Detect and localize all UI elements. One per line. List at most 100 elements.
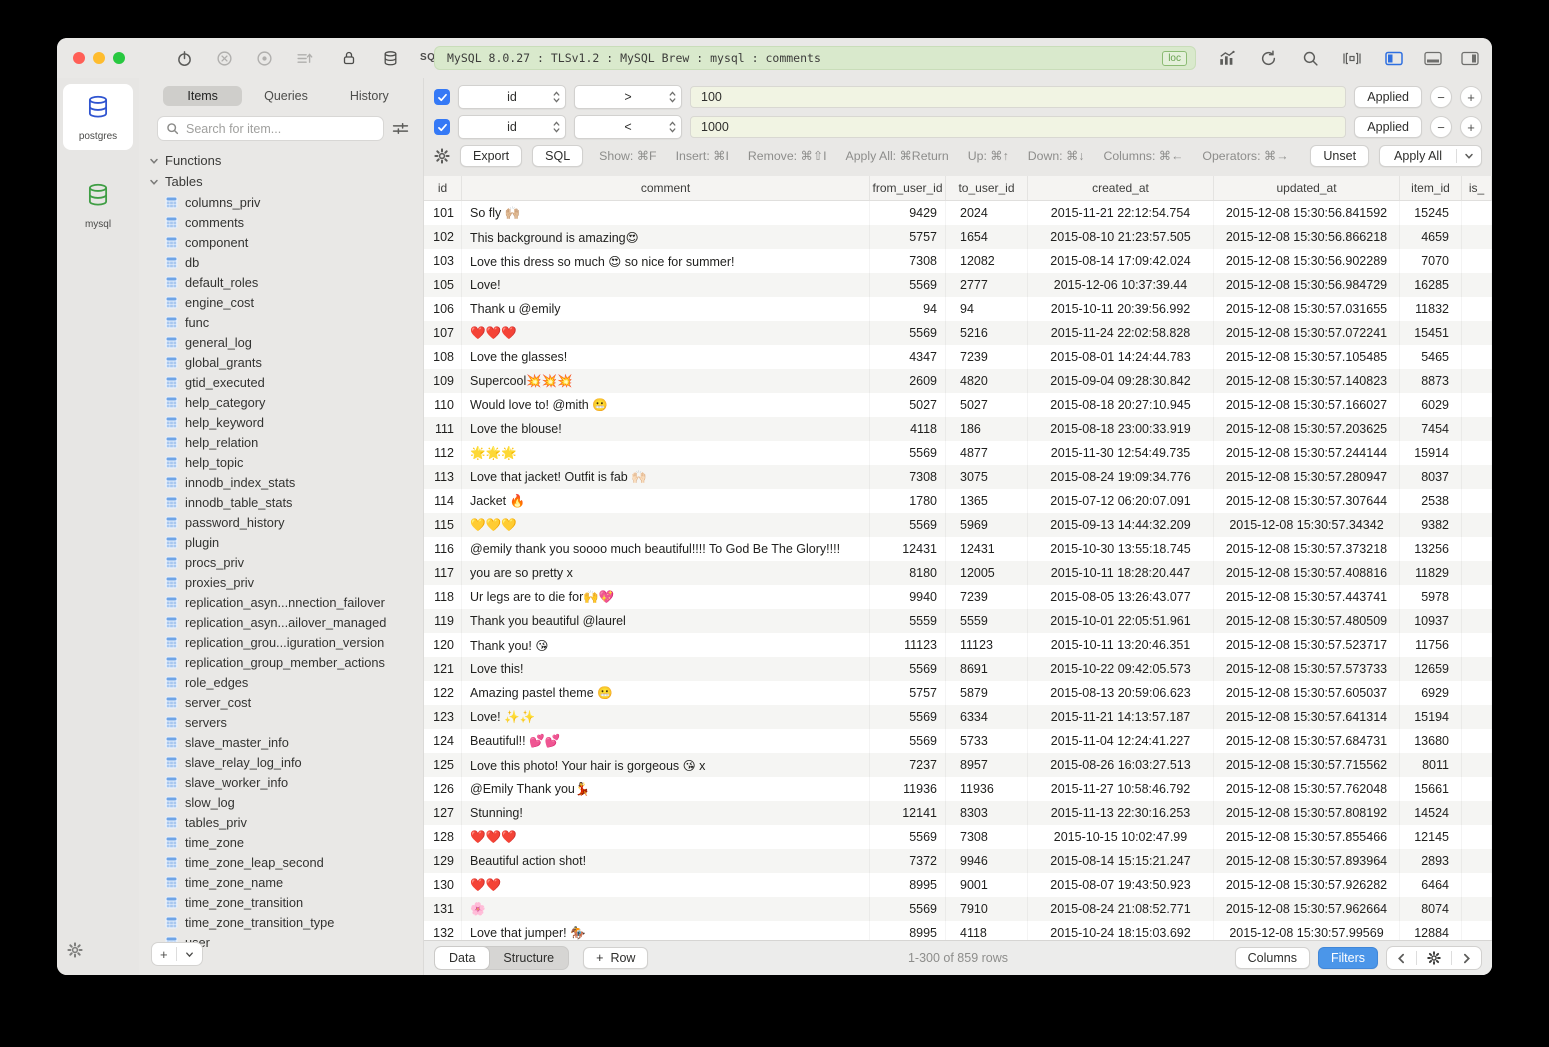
table-row[interactable]: 129Beautiful action shot!737299462015-08… bbox=[424, 849, 1492, 873]
zoom-window-button[interactable] bbox=[113, 52, 125, 64]
table-cell[interactable]: 12659 bbox=[1400, 657, 1462, 681]
table-cell[interactable]: 102 bbox=[424, 225, 462, 249]
chart-icon[interactable] bbox=[1218, 49, 1236, 67]
table-cell[interactable]: Thank u @emily bbox=[462, 297, 870, 321]
table-cell[interactable] bbox=[1462, 753, 1492, 777]
table-cell[interactable]: 2015-08-18 23:00:33.919 bbox=[1028, 417, 1214, 441]
tab-queries[interactable]: Queries bbox=[246, 86, 325, 106]
table-cell[interactable]: 1365 bbox=[946, 489, 1028, 513]
table-cell[interactable]: 💛💛💛 bbox=[462, 513, 870, 537]
table-cell[interactable]: 2015-12-08 15:30:57.573733 bbox=[1214, 657, 1400, 681]
table-cell[interactable]: Love that jumper! 🏇 bbox=[462, 921, 870, 940]
sidebar-item-table[interactable]: time_zone_transition_type bbox=[139, 912, 423, 932]
table-view-icon[interactable] bbox=[1343, 49, 1361, 67]
search-input[interactable] bbox=[184, 121, 375, 137]
table-cell[interactable]: 2015-12-08 15:30:57.926282 bbox=[1214, 873, 1400, 897]
add-filter-button[interactable]: + bbox=[1460, 86, 1482, 108]
column-header[interactable]: updated_at bbox=[1214, 176, 1400, 200]
table-cell[interactable]: 2015-11-21 14:13:57.187 bbox=[1028, 705, 1214, 729]
table-cell[interactable]: 126 bbox=[424, 777, 462, 801]
table-cell[interactable]: 120 bbox=[424, 633, 462, 657]
table-cell[interactable] bbox=[1462, 585, 1492, 609]
table-cell[interactable]: 2015-12-06 10:37:39.44 bbox=[1028, 273, 1214, 297]
remove-filter-button[interactable]: − bbox=[1430, 86, 1452, 108]
table-row[interactable]: 105Love!556927772015-12-06 10:37:39.4420… bbox=[424, 273, 1492, 297]
table-cell[interactable]: Love this dress so much 😍 so nice for su… bbox=[462, 249, 870, 273]
table-cell[interactable]: 2015-12-08 15:30:57.408816 bbox=[1214, 561, 1400, 585]
table-cell[interactable]: 123 bbox=[424, 705, 462, 729]
table-cell[interactable]: 5216 bbox=[946, 321, 1028, 345]
table-cell[interactable]: 2015-08-24 21:08:52.771 bbox=[1028, 897, 1214, 921]
table-cell[interactable]: 121 bbox=[424, 657, 462, 681]
sidebar-item-table[interactable]: component bbox=[139, 232, 423, 252]
table-cell[interactable]: 5569 bbox=[870, 441, 946, 465]
table-cell[interactable]: 5757 bbox=[870, 225, 946, 249]
table-row[interactable]: 106Thank u @emily94942015-10-11 20:39:56… bbox=[424, 297, 1492, 321]
table-cell[interactable]: 94 bbox=[870, 297, 946, 321]
sidebar-item-table[interactable]: comments bbox=[139, 212, 423, 232]
table-row[interactable]: 103Love this dress so much 😍 so nice for… bbox=[424, 249, 1492, 273]
table-cell[interactable]: This background is amazing😍 bbox=[462, 225, 870, 249]
table-row[interactable]: 112🌟🌟🌟556948772015-11-30 12:54:49.735201… bbox=[424, 441, 1492, 465]
table-cell[interactable]: 8995 bbox=[870, 873, 946, 897]
table-cell[interactable]: 2893 bbox=[1400, 849, 1462, 873]
table-cell[interactable]: 2015-12-08 15:30:57.166027 bbox=[1214, 393, 1400, 417]
table-cell[interactable]: 115 bbox=[424, 513, 462, 537]
table-cell[interactable]: 2015-08-07 19:43:50.923 bbox=[1028, 873, 1214, 897]
add-filter-button[interactable]: + bbox=[1460, 116, 1482, 138]
table-cell[interactable]: 15661 bbox=[1400, 777, 1462, 801]
filter-sliders-icon[interactable] bbox=[392, 121, 409, 136]
table-cell[interactable]: 2015-12-08 15:30:57.031655 bbox=[1214, 297, 1400, 321]
table-cell[interactable]: 2015-11-30 12:54:49.735 bbox=[1028, 441, 1214, 465]
table-cell[interactable]: 124 bbox=[424, 729, 462, 753]
minimize-window-button[interactable] bbox=[93, 52, 105, 64]
refresh-icon[interactable] bbox=[1259, 49, 1277, 67]
table-cell[interactable] bbox=[1462, 705, 1492, 729]
table-cell[interactable]: 7454 bbox=[1400, 417, 1462, 441]
table-cell[interactable]: 116 bbox=[424, 537, 462, 561]
table-cell[interactable]: 122 bbox=[424, 681, 462, 705]
table-cell[interactable]: 2015-10-30 13:55:18.745 bbox=[1028, 537, 1214, 561]
plus-icon[interactable]: + bbox=[152, 943, 176, 965]
table-cell[interactable]: 11936 bbox=[870, 777, 946, 801]
table-cell[interactable]: 107 bbox=[424, 321, 462, 345]
column-header[interactable]: id bbox=[424, 176, 462, 200]
table-row[interactable]: 130❤️❤️899590012015-08-07 19:43:50.92320… bbox=[424, 873, 1492, 897]
table-cell[interactable]: Beautiful!! 💕💕 bbox=[462, 729, 870, 753]
table-cell[interactable]: 5559 bbox=[946, 609, 1028, 633]
table-cell[interactable] bbox=[1462, 873, 1492, 897]
database-icon[interactable] bbox=[381, 49, 399, 67]
table-cell[interactable]: 8691 bbox=[946, 657, 1028, 681]
table-cell[interactable]: 4118 bbox=[946, 921, 1028, 940]
table-cell[interactable] bbox=[1462, 249, 1492, 273]
connection-power-icon[interactable] bbox=[175, 49, 193, 67]
table-cell[interactable]: Would love to! @mith 😬 bbox=[462, 393, 870, 417]
table-cell[interactable]: 8995 bbox=[870, 921, 946, 940]
table-cell[interactable]: 2015-07-12 06:20:07.091 bbox=[1028, 489, 1214, 513]
table-cell[interactable]: 112 bbox=[424, 441, 462, 465]
sidebar-item-table[interactable]: slave_master_info bbox=[139, 732, 423, 752]
table-cell[interactable]: 2015-12-08 15:30:57.280947 bbox=[1214, 465, 1400, 489]
sidebar-item-table[interactable]: help_topic bbox=[139, 452, 423, 472]
table-cell[interactable]: 129 bbox=[424, 849, 462, 873]
table-cell[interactable]: 130 bbox=[424, 873, 462, 897]
sidebar-item-table[interactable]: time_zone_name bbox=[139, 872, 423, 892]
table-cell[interactable]: Love the glasses! bbox=[462, 345, 870, 369]
connection-postgres[interactable]: postgres bbox=[63, 84, 133, 150]
table-row[interactable]: 114Jacket 🔥178013652015-07-12 06:20:07.0… bbox=[424, 489, 1492, 513]
table-cell[interactable]: 1654 bbox=[946, 225, 1028, 249]
table-cell[interactable]: 7070 bbox=[1400, 249, 1462, 273]
table-cell[interactable]: 2015-12-08 15:30:57.244144 bbox=[1214, 441, 1400, 465]
table-cell[interactable]: 4820 bbox=[946, 369, 1028, 393]
table-cell[interactable]: 11123 bbox=[870, 633, 946, 657]
table-row[interactable]: 101So fly 🙌🏼942920242015-11-21 22:12:54.… bbox=[424, 201, 1492, 225]
sidebar-item-table[interactable]: slave_worker_info bbox=[139, 772, 423, 792]
table-cell[interactable]: 8180 bbox=[870, 561, 946, 585]
table-cell[interactable]: 2024 bbox=[946, 201, 1028, 225]
table-cell[interactable]: 128 bbox=[424, 825, 462, 849]
table-cell[interactable]: 5569 bbox=[870, 825, 946, 849]
table-cell[interactable] bbox=[1462, 417, 1492, 441]
table-cell[interactable]: 8957 bbox=[946, 753, 1028, 777]
table-cell[interactable]: 2015-08-26 16:03:27.513 bbox=[1028, 753, 1214, 777]
sql-button[interactable]: SQL bbox=[532, 145, 583, 167]
